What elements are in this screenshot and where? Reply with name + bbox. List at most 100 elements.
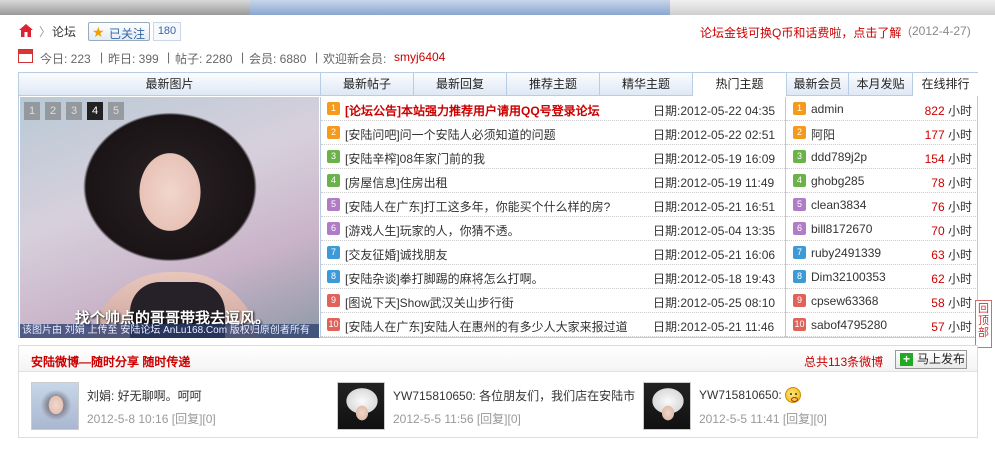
tab-newest-members[interactable]: 最新会员 <box>787 73 849 95</box>
back-to-top-button[interactable]: 回顶部 <box>975 300 992 348</box>
rank-badge: 1 <box>327 102 340 115</box>
latest-image-slideshow[interactable]: 1 2 3 4 5 找个帅点的哥哥带我去逗风。 该图片由 刘娟 上传至 安陆论坛… <box>20 97 319 338</box>
post-title-link[interactable]: [安陆杂谈]拳打脚踢的麻将怎么打啊。 <box>345 270 544 287</box>
table-row: 1 [论坛公告]本站强力推荐用户请用QQ号登录论坛 日期:2012-05-22 04… <box>321 97 787 121</box>
rank-badge: 5 <box>793 198 806 211</box>
post-date: 日期:2012-05-19 16:09 <box>653 152 776 166</box>
member-name-link[interactable]: bill8172670 <box>811 222 872 236</box>
stat-welcome: 欢迎新会员: <box>323 52 387 66</box>
tab-featured-topics[interactable]: 精华主题 <box>600 73 693 95</box>
post-title-link[interactable]: [安陆人在广东]打工这多年，你能买个什么样的房? <box>345 198 610 215</box>
online-ranking-list: 1 admin 822 小时 2 阿阳 177 小时 3 ddd789j2p 154 小时 4 gh… <box>787 97 978 338</box>
post-date: 日期:2012-05-21 11:46 <box>653 320 775 334</box>
weibo-total-count[interactable]: 总共113条微博 <box>804 353 883 370</box>
rank-badge: 8 <box>793 270 806 283</box>
member-name-link[interactable]: 阿阳 <box>811 126 835 143</box>
breadcrumb: 〉 论坛 ★ 已关注 180 论坛金钱可换Q币和话费啦，点击了解 (2012-4… <box>18 20 978 42</box>
avatar[interactable] <box>337 382 385 430</box>
tab-monthly-posters[interactable]: 本月发贴 <box>849 73 913 95</box>
rank-badge: 4 <box>793 174 806 187</box>
weibo-title: 安陆微博—随时分享 随时传递 <box>31 355 191 369</box>
emoji-icon <box>785 387 802 403</box>
forum-stats-bar: 今日: 223 | 昨日: 399 | 帖子: 2280 | 会员: 6880 … <box>18 48 978 66</box>
post-title-link[interactable]: [安陆辛榨]08年家门前的我 <box>345 150 485 167</box>
table-row: 6 [游戏人生]玩家的人，你猜不透。 日期:2012-05-04 13:35 <box>321 217 787 241</box>
post-title-link[interactable]: [图说下天]Show武汉关山步行街 <box>345 294 514 311</box>
post-title-link[interactable]: [交友征婚]诚找朋友 <box>345 246 448 263</box>
slideshow-page-5[interactable]: 5 <box>108 102 124 120</box>
online-hours: 76 小时 <box>931 200 972 214</box>
weibo-post-text: YW715810650: 各位朋友们，我们店在安陆市 <box>393 389 636 403</box>
weibo-post-text: 刘娟: 好无聊啊。呵呵 <box>87 389 202 403</box>
member-name-link[interactable]: ghobg285 <box>811 174 864 188</box>
rank-badge: 6 <box>327 222 340 235</box>
online-hours: 154 小时 <box>924 152 972 166</box>
post-title-link[interactable]: [安陆问吧]问一个安陆人必须知道的问题 <box>345 126 556 143</box>
member-name-link[interactable]: Dim32100353 <box>811 270 886 284</box>
rank-badge: 4 <box>327 174 340 187</box>
points-exchange-notice-link[interactable]: 论坛金钱可换Q币和话费啦，点击了解 <box>700 24 901 41</box>
post-title-link[interactable]: [安陆人在广东]安陆人在惠州的有多少人大家来报过道 <box>345 318 628 335</box>
member-name-link[interactable]: cpsew63368 <box>811 294 878 308</box>
rank-badge: 6 <box>793 222 806 235</box>
tab-latest-images[interactable]: 最新图片 <box>19 73 320 95</box>
stat-divider: | <box>100 50 104 64</box>
calendar-icon <box>18 49 33 63</box>
followed-label: 已关注 <box>109 27 146 41</box>
slideshow-page-1[interactable]: 1 <box>24 102 40 120</box>
member-name-link[interactable]: admin <box>811 102 844 116</box>
weibo-post-meta[interactable]: 2012-5-5 11:41 [回复][0] <box>699 410 827 427</box>
table-row: 8 [安陆杂谈]拳打脚踢的麻将怎么打啊。 日期:2012-05-18 19:43 <box>321 265 787 289</box>
member-name-link[interactable]: sabof4795280 <box>811 318 887 332</box>
rank-badge: 9 <box>327 294 340 307</box>
slideshow-credit: 该图片由 刘娟 上传至 安陆论坛 AnLu168.Com 版权归原创者所有 <box>20 324 319 338</box>
followed-button[interactable]: ★ 已关注 <box>88 22 150 41</box>
post-title-link[interactable]: [房屋信息]住房出租 <box>345 174 448 191</box>
tab-latest-posts[interactable]: 最新帖子 <box>321 73 414 95</box>
weibo-post-meta[interactable]: 2012-5-8 10:16 [回复][0] <box>87 410 216 427</box>
member-name-link[interactable]: ddd789j2p <box>811 150 867 164</box>
slideshow-page-4[interactable]: 4 <box>87 102 103 120</box>
rank-badge: 3 <box>327 150 340 163</box>
hot-topics-list: 1 [论坛公告]本站强力推荐用户请用QQ号登录论坛 日期:2012-05-22 04… <box>320 97 787 338</box>
weibo-post-text: YW715810650: <box>699 387 802 403</box>
post-date: 日期:2012-05-21 16:06 <box>653 248 776 262</box>
tab-online-ranking[interactable]: 在线排行 <box>913 73 978 96</box>
online-hours: 70 小时 <box>931 224 972 238</box>
notice-date: (2012-4-27) <box>908 24 971 38</box>
user-avatar-image <box>32 383 78 429</box>
publish-now-button[interactable]: + 马上发布 <box>895 350 967 369</box>
top-banner-strip <box>0 0 995 15</box>
post-date: 日期:2012-05-19 11:49 <box>653 176 775 190</box>
list-item: 7 ruby2491339 63 小时 <box>787 241 978 265</box>
post-title-link[interactable]: [游戏人生]玩家的人，你猜不透。 <box>345 222 520 239</box>
rank-badge: 5 <box>327 198 340 211</box>
avatar[interactable] <box>31 382 79 430</box>
online-hours: 177 小时 <box>924 128 972 142</box>
follower-count: 180 <box>153 22 181 41</box>
tab-latest-replies[interactable]: 最新回复 <box>414 73 507 95</box>
slideshow-page-3[interactable]: 3 <box>66 102 82 120</box>
rank-badge: 2 <box>793 126 806 139</box>
member-name-link[interactable]: clean3834 <box>811 198 866 212</box>
member-name-link[interactable]: ruby2491339 <box>811 246 881 260</box>
home-icon[interactable] <box>18 23 34 38</box>
list-item: 8 Dim32100353 62 小时 <box>787 265 978 289</box>
post-date: 日期:2012-05-04 13:35 <box>653 224 776 238</box>
online-hours: 63 小时 <box>931 248 972 262</box>
new-member-link[interactable]: smyj6404 <box>394 50 445 64</box>
publish-now-label: 马上发布 <box>917 352 966 366</box>
stat-posts: 帖子: 2280 <box>175 52 233 66</box>
list-item: 4 ghobg285 78 小时 <box>787 169 978 193</box>
breadcrumb-forum-link[interactable]: 论坛 <box>52 23 76 40</box>
rank-badge: 7 <box>327 246 340 259</box>
avatar[interactable] <box>643 382 691 430</box>
tab-hot-topics[interactable]: 热门主题 <box>693 73 787 96</box>
slideshow-page-2[interactable]: 2 <box>45 102 61 120</box>
online-hours: 58 小时 <box>931 296 972 310</box>
post-title-link[interactable]: [论坛公告]本站强力推荐用户请用QQ号登录论坛 <box>345 102 600 119</box>
tab-recommended-topics[interactable]: 推荐主题 <box>507 73 600 95</box>
weibo-post-meta[interactable]: 2012-5-5 11:56 [回复][0] <box>393 410 521 427</box>
online-hours: 822 小时 <box>924 104 972 118</box>
weibo-post: YW715810650: 各位朋友们，我们店在安陆市 2012-5-5 11:5… <box>337 382 637 430</box>
